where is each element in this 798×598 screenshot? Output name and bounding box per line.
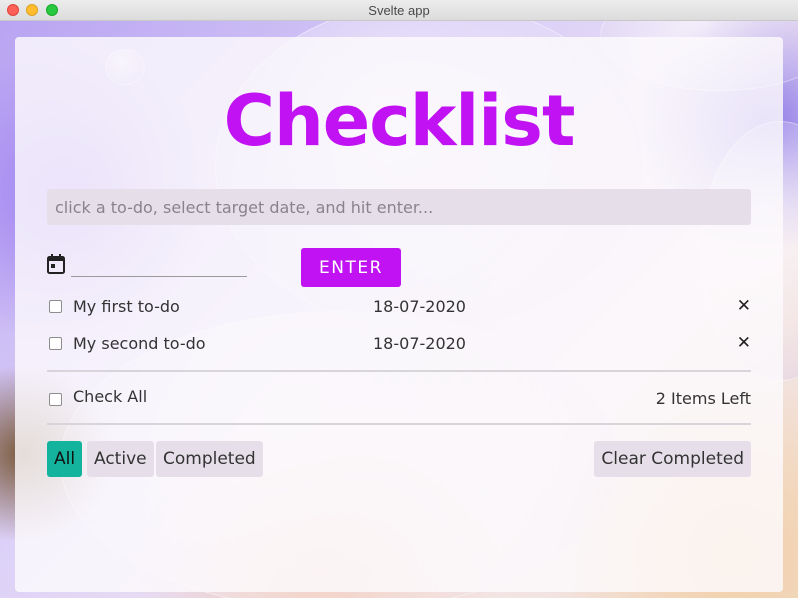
window-title: Svelte app: [368, 3, 430, 18]
check-all-row: Check All 2 Items Left: [47, 384, 751, 414]
enter-button[interactable]: ENTER: [301, 248, 401, 287]
items-left-count: 2 Items Left: [655, 389, 751, 408]
calendar-icon[interactable]: [47, 254, 65, 274]
filter-active-button[interactable]: Active: [87, 441, 154, 477]
todo-input[interactable]: [47, 189, 751, 225]
divider: [47, 423, 751, 425]
check-all-label[interactable]: Check All: [73, 387, 147, 406]
title-bar: Svelte app: [0, 0, 798, 21]
todo-text[interactable]: My first to-do: [73, 297, 180, 316]
divider: [47, 370, 751, 372]
todo-date: 18-07-2020: [373, 297, 466, 316]
date-input[interactable]: [71, 255, 247, 277]
check-all-checkbox[interactable]: [49, 393, 62, 406]
filter-completed-button[interactable]: Completed: [156, 441, 263, 477]
todo-checkbox[interactable]: [49, 337, 62, 350]
list-item: My first to-do 18-07-2020 ✕: [47, 292, 751, 322]
filter-all-button[interactable]: All: [47, 441, 83, 477]
close-icon[interactable]: ✕: [737, 333, 751, 353]
clear-completed-button[interactable]: Clear Completed: [594, 441, 751, 477]
todo-date: 18-07-2020: [373, 334, 466, 353]
checklist-panel: Checklist ENTER My first to-do 18-07-202…: [15, 37, 783, 592]
list-item: My second to-do 18-07-2020 ✕: [47, 329, 751, 359]
close-icon[interactable]: ✕: [737, 296, 751, 316]
page-title: Checklist: [223, 80, 576, 162]
todo-checkbox[interactable]: [49, 300, 62, 313]
todo-text[interactable]: My second to-do: [73, 334, 206, 353]
